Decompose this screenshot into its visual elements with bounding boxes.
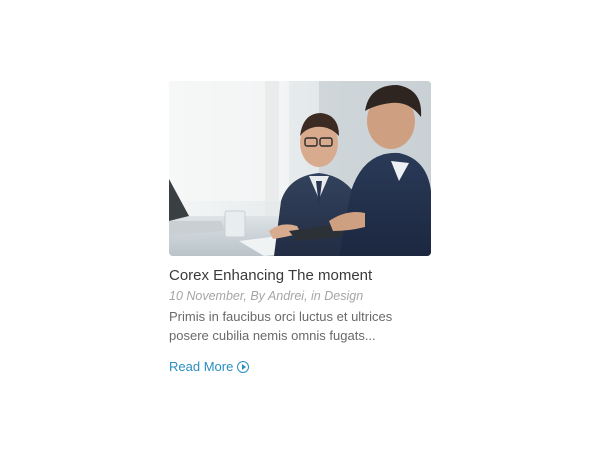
read-more-link[interactable]: Read More	[169, 359, 250, 375]
post-image	[169, 81, 431, 256]
post-title[interactable]: Corex Enhancing The moment	[169, 267, 431, 285]
post-meta: 10 November, By Andrei, in Design	[169, 288, 431, 305]
author-prefix: By	[250, 289, 265, 303]
blog-post-card: Corex Enhancing The moment 10 November, …	[169, 81, 431, 376]
post-thumbnail[interactable]	[169, 81, 431, 256]
play-circle-icon	[237, 361, 250, 373]
post-excerpt: Primis in faucibus orci luctus et ultric…	[169, 309, 393, 343]
post-category[interactable]: Design	[324, 289, 363, 303]
read-more-label: Read More	[169, 359, 234, 374]
post-date: 10 November	[169, 289, 244, 303]
category-prefix: in	[311, 289, 321, 303]
post-author[interactable]: Andrei	[268, 289, 304, 303]
meta-separator: ,	[304, 289, 312, 303]
